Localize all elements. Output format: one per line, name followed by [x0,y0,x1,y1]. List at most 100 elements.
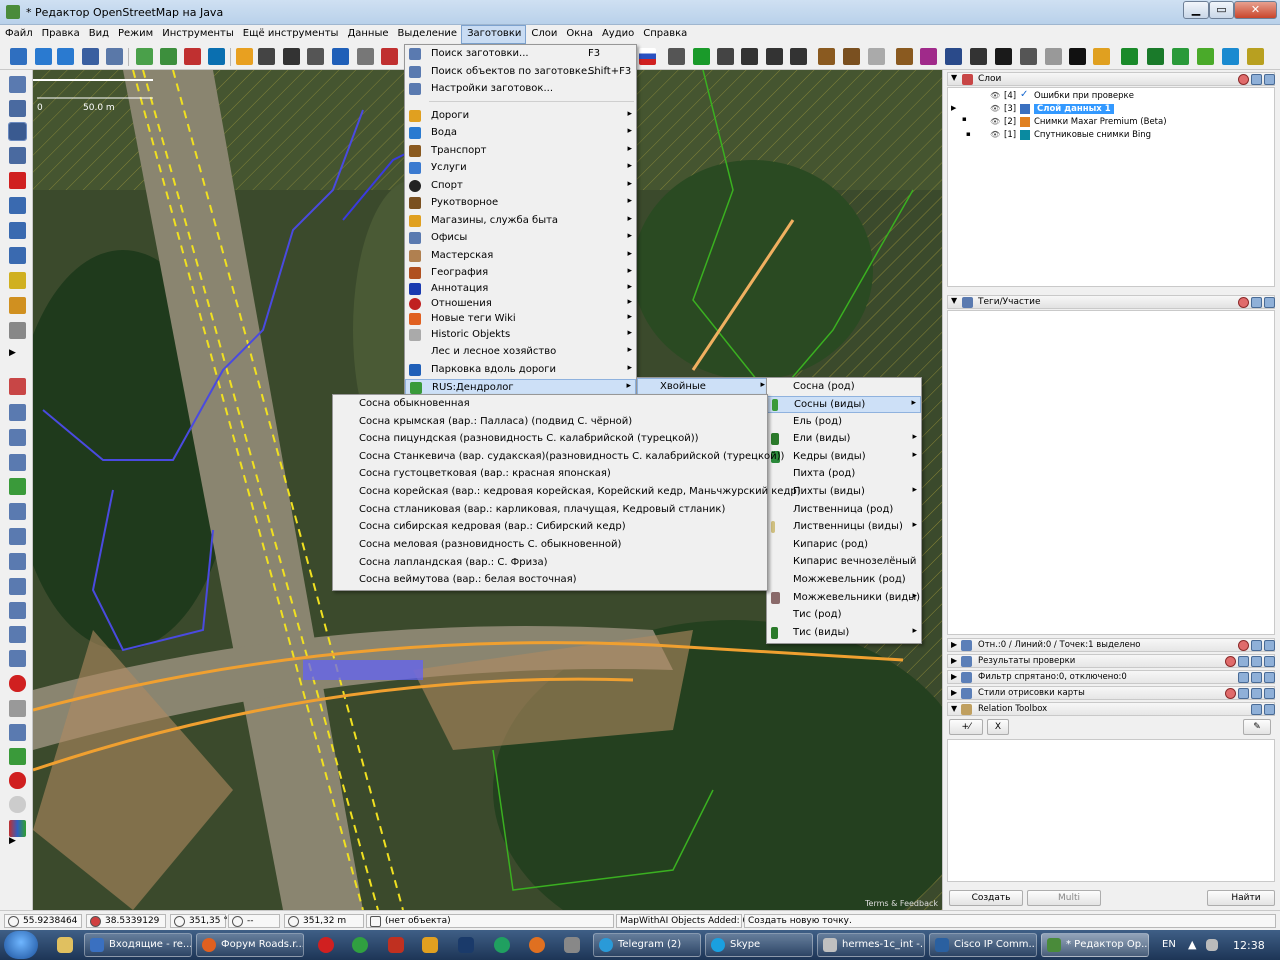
preset-icon[interactable] [357,48,374,65]
eye-icon[interactable]: 👁 [990,91,1000,100]
layers-panel-header[interactable]: ▼ Слои [947,72,1275,86]
conifer-item[interactable]: Кедры (виды) ▸ [767,449,921,466]
multi-button[interactable]: Multi [1027,890,1101,906]
menu-file[interactable]: Файл [0,25,37,44]
panel-preferences-icon[interactable] [1225,656,1236,667]
pine-species-item[interactable]: Сосна обыкновенная [333,396,767,413]
cart-icon[interactable] [920,48,937,65]
preset-icon[interactable] [1020,48,1037,65]
pencil-tool-icon[interactable] [9,297,26,314]
menu-item-water[interactable]: Вода ▸ [405,125,636,142]
minimize-button[interactable]: ▁ [1183,1,1209,19]
panel-gear-icon[interactable] [1238,672,1249,683]
no-entry-icon[interactable] [9,772,26,789]
download-icon[interactable] [35,48,52,65]
pine-species-item[interactable]: Сосна меловая (разновидность С. обыкнове… [333,537,767,554]
toggle-icon[interactable] [9,820,26,837]
panel-close-icon[interactable] [1264,704,1275,715]
preset-icon[interactable] [381,48,398,65]
app-icon[interactable] [529,937,545,953]
tags-toggle-icon[interactable] [9,404,26,421]
layers-toggle-icon[interactable] [9,378,26,395]
validation-panel-header[interactable]: ▶ Результаты проверки [947,654,1275,668]
open-icon[interactable] [10,48,27,65]
preset-icon[interactable] [668,48,685,65]
zoom-icon[interactable] [106,48,123,65]
collapse-arrow-icon[interactable]: ▼ [951,296,957,305]
conifer-item[interactable]: Тис (род) [767,607,921,624]
pine-species-item[interactable]: Сосна пицундская (разновидность С. калаб… [333,431,767,448]
ruler-tool-icon[interactable] [9,322,26,339]
panel-close-icon[interactable] [1264,688,1275,699]
pine-species-item[interactable]: Сосна сибирская кедровая (вар.: Сибирски… [333,519,767,536]
person-icon[interactable] [1069,48,1086,65]
undo-icon[interactable] [82,48,99,65]
draw-tool-icon[interactable] [8,122,27,141]
pine-species-item[interactable]: Сосна Станкевича (вар. судакская)(разнов… [333,449,784,466]
pine-species-item[interactable]: Сосна крымская (вар.: Палласа) (подвид С… [333,414,767,431]
expand-arrow-icon[interactable]: ▶ [9,348,26,365]
conifer-item[interactable]: Кипарис вечнозелёный [767,554,921,571]
wikipedia-icon[interactable] [9,796,26,813]
panel-undock-icon[interactable] [1251,74,1262,85]
select-tool-icon[interactable] [9,76,26,93]
menu-item-forestry[interactable]: Лес и лесное хозяйство ▸ [405,344,636,361]
menu-mode[interactable]: Режим [113,25,157,44]
filezilla-icon[interactable] [388,937,404,953]
conifer-item[interactable]: Ели (виды) ▸ [767,431,921,448]
tree-icon[interactable] [1121,48,1138,65]
signpost-icon[interactable] [790,48,807,65]
preset-icon[interactable] [184,48,201,65]
conifer-item[interactable]: Тис (виды) ▸ [767,625,921,642]
panel-gear-icon[interactable] [1238,656,1249,667]
water-icon[interactable] [1222,48,1239,65]
lasso-tool-icon[interactable] [9,100,26,117]
shirt-icon[interactable] [945,48,962,65]
menu-presets[interactable]: Заготовки [461,25,527,44]
toggle-icon[interactable] [9,602,26,619]
menu-item-conifers[interactable]: Хвойные ▸ [637,378,770,395]
taskbar-item[interactable]: Cisco IP Comm... [929,933,1037,957]
toggle-icon[interactable] [9,700,26,717]
conifer-item-pines-species[interactable]: Сосны (виды) ▸ [767,396,921,413]
taskbar-item[interactable]: hermes-1c_int -... [817,933,925,957]
opera-icon[interactable] [318,937,334,953]
preset-icon[interactable] [160,48,177,65]
menu-item-sport[interactable]: Спорт ▸ [405,178,636,195]
close-button[interactable]: ✕ [1234,1,1277,19]
pharmacy-icon[interactable] [693,48,710,65]
menu-selection[interactable]: Выделение [393,25,462,44]
edit-pencil-icon[interactable]: ✎ [1243,719,1271,735]
network-icon[interactable] [1206,939,1218,951]
panel-undock-icon[interactable] [1251,656,1262,667]
selection-list-icon[interactable] [9,429,26,446]
relation-toolbox-header[interactable]: ▼ Relation Toolbox [947,702,1275,716]
tray-arrow-icon[interactable]: ▲ [1188,938,1204,954]
menu-item-man-made[interactable]: Рукотворное ▸ [405,195,636,212]
pine-species-item[interactable]: Сосна густоцветковая (вар.: красная япон… [333,466,767,483]
toggle-icon[interactable] [9,578,26,595]
layer-row-bing[interactable]: ▪ 👁 [1] Спутниковые снимки Bing [948,129,1274,141]
expand-arrow-icon[interactable]: ▶ [951,688,957,697]
menu-help[interactable]: Справка [638,25,691,44]
panel-preferences-icon[interactable] [1225,688,1236,699]
menu-item-craft[interactable]: Мастерская ▸ [405,248,636,265]
tree-icon[interactable] [1172,48,1189,65]
expand-arrow-icon[interactable]: ▶ [9,836,26,853]
pine-species-item[interactable]: Сосна веймутова (вар.: белая восточная) [333,572,767,589]
pine-species-item[interactable]: Сосна стланиковая (вар.: карликовая, пла… [333,502,767,519]
map-icon[interactable] [9,478,26,495]
restaurant-icon[interactable] [896,48,913,65]
selection-panel-header[interactable]: ▶ Отн.:0 / Линий:0 / Точек:1 выделено [947,638,1275,652]
menu-item-new-wiki-tags[interactable]: Новые теги Wiki ▸ [405,311,636,328]
filter-icon[interactable] [9,454,26,471]
panel-close-icon[interactable] [1264,672,1275,683]
collapse-arrow-icon[interactable]: ▼ [951,73,957,82]
menu-windows[interactable]: Окна [561,25,597,44]
eye-icon[interactable]: 👁 [990,104,1000,113]
language-indicator[interactable]: EN [1162,939,1176,950]
add-relation-icon[interactable]: +⁄ [949,719,983,735]
panel-gear-icon[interactable] [1238,688,1249,699]
conifer-item[interactable]: Лиственницы (виды) ▸ [767,519,921,536]
factory-icon[interactable] [843,48,860,65]
